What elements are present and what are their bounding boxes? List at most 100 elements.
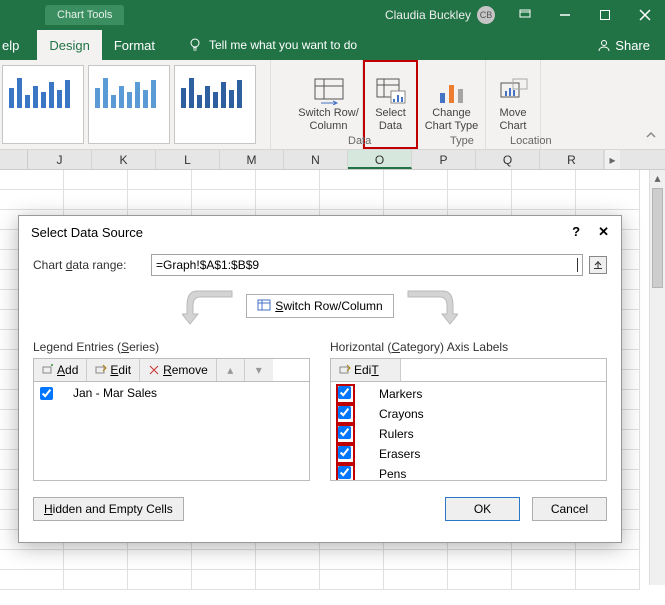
list-item[interactable]: Pens [333,464,604,481]
column-header-K[interactable]: K [92,150,156,169]
cell[interactable] [320,570,384,590]
collapse-ribbon-button[interactable] [645,129,657,144]
cell[interactable] [512,570,576,590]
category-checkbox[interactable] [338,466,351,479]
dialog-close-button[interactable]: ✕ [598,224,609,240]
tab-format[interactable]: Format [102,30,167,60]
column-header-P[interactable]: P [412,150,476,169]
category-listbox[interactable]: MarkersCrayonsRulersErasersPens [330,381,607,481]
tell-me-input[interactable]: Tell me what you want to do [187,37,357,53]
column-header-Q[interactable]: Q [476,150,540,169]
maximize-button[interactable] [585,0,625,30]
cancel-button[interactable]: Cancel [532,497,607,521]
scrollbar-thumb[interactable] [652,188,663,288]
cell[interactable] [512,550,576,570]
cell[interactable] [192,550,256,570]
select-all-corner[interactable] [0,150,28,169]
cell[interactable] [384,190,448,210]
chart-data-range-input[interactable]: =Graph!$A$1:$B$9 [151,254,583,276]
cell[interactable] [256,570,320,590]
column-header-M[interactable]: M [220,150,284,169]
column-header-R[interactable]: R [540,150,604,169]
cell[interactable] [0,170,64,190]
cell[interactable] [64,550,128,570]
cell[interactable] [64,170,128,190]
list-item[interactable]: Rulers [333,424,604,444]
ribbon-options-button[interactable] [505,0,545,30]
cell[interactable] [64,190,128,210]
cell[interactable] [448,550,512,570]
cell[interactable] [192,570,256,590]
cell[interactable] [448,570,512,590]
scroll-up-button[interactable]: ▴ [650,170,665,186]
edit-category-button[interactable]: EdiT [331,359,401,381]
cell[interactable] [128,550,192,570]
cell[interactable] [192,190,256,210]
list-item[interactable]: Markers [333,384,604,404]
move-down-button[interactable]: ▾ [245,359,273,381]
cell[interactable] [320,170,384,190]
cell[interactable] [512,190,576,210]
series-checkbox[interactable] [40,387,53,400]
tab-help[interactable]: elp [0,30,31,60]
list-item[interactable]: Crayons [333,404,604,424]
worksheet-area[interactable]: ▴ Select Data Source ? ✕ Chart data rang… [0,170,665,585]
close-window-button[interactable] [625,0,665,30]
column-header-J[interactable]: J [28,150,92,169]
scroll-right-button[interactable]: ▸ [604,150,620,169]
add-series-button[interactable]: Add [34,359,87,381]
cell[interactable] [384,170,448,190]
cell[interactable] [384,570,448,590]
list-item[interactable]: Erasers [333,444,604,464]
hidden-empty-cells-button[interactable]: Hidden and Empty Cells [33,497,184,521]
move-up-button[interactable]: ▴ [217,359,245,381]
series-listbox[interactable]: Jan - Mar Sales [33,381,310,481]
cell[interactable] [576,570,640,590]
category-checkbox[interactable] [338,386,351,399]
switch-row-column-dialog-button[interactable]: Switch Row/Column [246,294,393,318]
chart-style-thumb[interactable] [2,65,84,144]
dialog-help-button[interactable]: ? [572,224,580,240]
category-checkbox[interactable] [338,426,351,439]
list-item[interactable]: Jan - Mar Sales [36,384,307,402]
dialog-titlebar[interactable]: Select Data Source ? ✕ [19,216,621,248]
cell[interactable] [256,170,320,190]
column-header-N[interactable]: N [284,150,348,169]
column-header-O[interactable]: O [348,150,412,169]
cell[interactable] [128,570,192,590]
minimize-button[interactable] [545,0,585,30]
vertical-scrollbar[interactable]: ▴ [649,170,665,585]
cell[interactable] [576,170,640,190]
cell[interactable] [576,550,640,570]
cell[interactable] [128,190,192,210]
cell[interactable] [0,550,64,570]
cell[interactable] [576,190,640,210]
cell[interactable] [256,550,320,570]
cell[interactable] [512,170,576,190]
cell[interactable] [320,550,384,570]
tab-design[interactable]: Design [37,30,101,60]
cell[interactable] [256,190,320,210]
range-picker-button[interactable] [589,256,607,274]
chart-styles-gallery[interactable] [0,60,266,149]
avatar[interactable]: CB [477,6,495,24]
ok-button[interactable]: OK [445,497,520,521]
cell[interactable] [448,190,512,210]
column-header-L[interactable]: L [156,150,220,169]
cell[interactable] [384,550,448,570]
chart-style-thumb[interactable] [174,65,256,144]
cell[interactable] [320,190,384,210]
category-checkbox[interactable] [338,406,351,419]
remove-series-button[interactable]: Remove [140,359,217,381]
select-data-button[interactable]: Select Data [363,60,418,149]
chart-style-thumb[interactable] [88,65,170,144]
cell[interactable] [64,570,128,590]
share-button[interactable]: Share [597,38,650,53]
cell[interactable] [448,170,512,190]
cell[interactable] [128,170,192,190]
cell[interactable] [0,570,64,590]
edit-series-button[interactable]: Edit [87,359,140,381]
category-checkbox[interactable] [338,446,351,459]
cell[interactable] [192,170,256,190]
cell[interactable] [0,190,64,210]
